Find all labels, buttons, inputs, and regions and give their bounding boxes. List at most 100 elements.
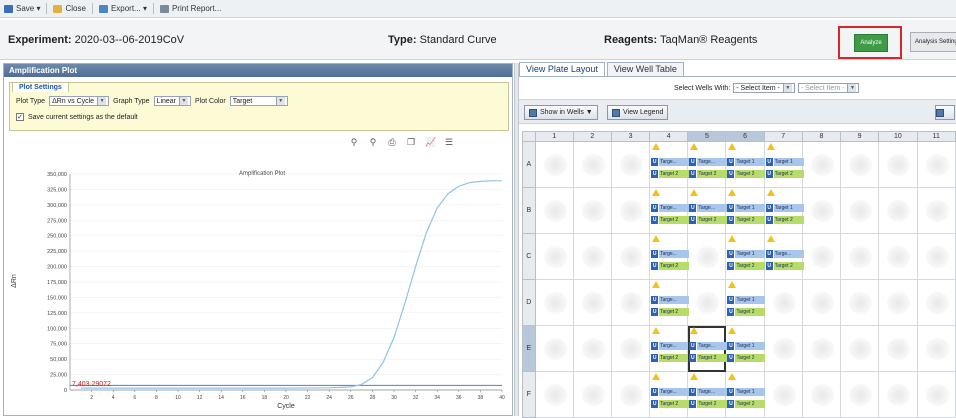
plate-well[interactable] (572, 233, 612, 280)
chart-icon[interactable]: 📈 (425, 137, 436, 147)
column-header[interactable]: 11 (916, 131, 956, 142)
plate-well[interactable] (801, 325, 842, 372)
plate-well[interactable] (916, 141, 956, 188)
plate-well[interactable]: U Target 1 U Target 2 (725, 233, 766, 280)
grid-corner[interactable] (522, 131, 536, 142)
column-header[interactable]: 8 (801, 131, 842, 142)
plate-well[interactable]: U Target 1 U Target 2 (725, 141, 766, 188)
plate-well[interactable]: U Targe... U Target 2 (649, 187, 690, 234)
print-report-button[interactable]: Print Report... (159, 4, 221, 13)
plate-well[interactable] (572, 325, 612, 372)
plot-type-select[interactable]: ΔRn vs Cycle ▼ (49, 96, 110, 106)
plate-well[interactable] (534, 233, 574, 280)
plate-well[interactable]: U Targe... U Target 2 (649, 325, 690, 372)
plate-well[interactable] (878, 279, 918, 326)
zoom-out-icon[interactable]: ⚲ (368, 137, 378, 147)
plate-well[interactable] (878, 325, 918, 372)
plate-well[interactable]: U Target 1 U Target 2 (763, 187, 804, 234)
plate-well[interactable]: U Targe... U Target 2 (763, 233, 804, 280)
column-header[interactable]: 5 (687, 131, 727, 142)
plate-well[interactable]: U Targe... U Target 2 (687, 187, 728, 234)
row-header[interactable]: B (522, 187, 536, 234)
column-header[interactable]: 3 (610, 131, 651, 142)
plate-well[interactable] (534, 279, 574, 326)
save-menu[interactable]: Save ▾ (4, 4, 40, 13)
plate-well[interactable]: U Target 1 U Target 2 (725, 371, 766, 418)
show-in-wells-button[interactable]: Show in Wells ▼ (524, 105, 598, 120)
plate-well[interactable] (839, 371, 880, 418)
column-header[interactable]: 1 (534, 131, 574, 142)
plate-well[interactable] (534, 141, 574, 188)
zoom-in-icon[interactable]: ⚲ (349, 137, 359, 147)
plate-well[interactable] (801, 141, 842, 188)
row-header[interactable]: F (522, 371, 536, 418)
column-header[interactable]: 2 (572, 131, 612, 142)
plate-well[interactable] (610, 233, 651, 280)
view-legend-button[interactable]: View Legend (607, 105, 669, 120)
column-header[interactable]: 4 (649, 131, 689, 142)
row-header[interactable]: A (522, 141, 536, 188)
copy-icon[interactable]: ❐ (406, 137, 416, 147)
close-button[interactable]: Close (53, 4, 86, 13)
column-header[interactable]: 6 (725, 131, 765, 142)
select-item-dropdown-2[interactable]: - Select Item - ▼ (797, 83, 860, 93)
plot-settings-tab[interactable]: Plot Settings (12, 82, 69, 92)
plate-well[interactable] (801, 371, 842, 418)
plate-well[interactable]: U Targe... U Target 2 (649, 279, 690, 326)
plate-well[interactable] (572, 141, 612, 188)
plate-well[interactable] (763, 279, 803, 326)
plate-well[interactable] (610, 141, 651, 188)
plate-well[interactable] (916, 187, 956, 234)
plate-well[interactable] (572, 371, 612, 418)
analysis-settings-button[interactable]: Analysis Settings (910, 32, 956, 52)
graph-type-select[interactable]: Linear ▼ (153, 96, 192, 106)
column-header[interactable]: 10 (878, 131, 918, 142)
list-icon[interactable]: ☰ (444, 137, 454, 147)
plate-well[interactable]: U Targe... U Target 2 (649, 371, 690, 418)
tab-view-well-table[interactable]: View Well Table (606, 62, 684, 76)
plate-well[interactable]: U Targe... U Target 2 (649, 141, 690, 188)
column-header[interactable]: 9 (839, 131, 880, 142)
column-header[interactable]: 7 (763, 131, 803, 142)
plate-well[interactable] (878, 371, 918, 418)
plate-well[interactable]: U Target 1 U Target 2 (725, 325, 766, 372)
analyze-button[interactable]: Analyze (854, 34, 888, 52)
plate-well[interactable] (916, 371, 956, 418)
plate-well[interactable] (572, 279, 612, 326)
plate-well[interactable] (687, 233, 727, 280)
print-icon[interactable]: ⎙ (387, 137, 397, 147)
plate-well[interactable]: U Targe... U Target 2 (649, 233, 690, 280)
plate-well[interactable] (916, 325, 956, 372)
plate-well[interactable] (916, 233, 956, 280)
plate-well[interactable] (878, 187, 918, 234)
row-header[interactable]: D (522, 279, 536, 326)
plate-well[interactable] (610, 187, 651, 234)
plate-options-button[interactable] (935, 105, 955, 120)
plate-well[interactable] (763, 371, 803, 418)
plate-well[interactable] (916, 279, 956, 326)
plate-well[interactable]: U Target 1 U Target 2 (725, 279, 766, 326)
plate-well[interactable] (610, 325, 651, 372)
plate-well[interactable] (878, 141, 918, 188)
row-header[interactable]: C (522, 233, 536, 280)
plate-well[interactable]: U Targe... U Target 2 (687, 141, 728, 188)
select-item-dropdown-1[interactable]: - Select Item - ▼ (733, 83, 795, 93)
plot-color-select[interactable]: Target ▼ (229, 96, 288, 106)
tab-view-plate-layout[interactable]: View Plate Layout (519, 62, 605, 76)
plate-well[interactable] (839, 187, 880, 234)
plate-well[interactable] (878, 233, 918, 280)
plate-well[interactable] (763, 325, 803, 372)
plate-well[interactable]: U Targe... U Target 2 (687, 325, 728, 372)
plate-well[interactable] (839, 233, 880, 280)
plate-well[interactable] (801, 233, 842, 280)
plate-well[interactable] (839, 325, 880, 372)
row-header[interactable]: E (522, 325, 536, 372)
plate-well[interactable] (839, 279, 880, 326)
plate-well[interactable] (801, 187, 842, 234)
plate-well[interactable]: U Target 1 U Target 2 (763, 141, 804, 188)
plate-well[interactable]: U Targe... U Target 2 (687, 371, 728, 418)
plate-well[interactable] (534, 187, 574, 234)
export-menu[interactable]: Export... ▾ (98, 4, 147, 13)
plate-well[interactable] (610, 279, 651, 326)
plate-well[interactable] (687, 279, 727, 326)
